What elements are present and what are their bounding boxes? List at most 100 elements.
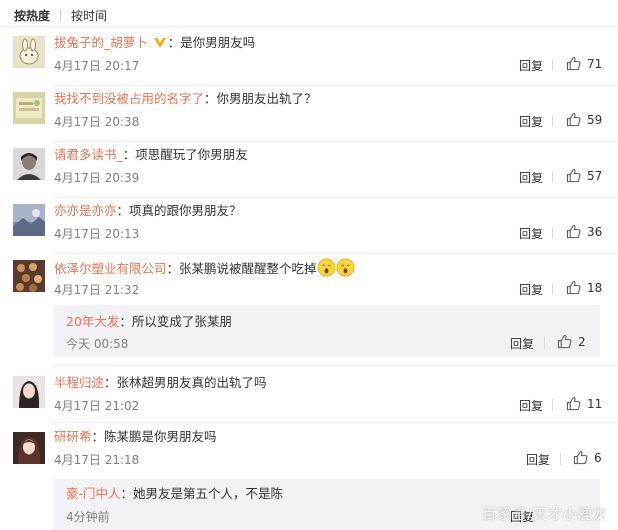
like-button[interactable]: 57 [566, 168, 602, 183]
comment-username[interactable]: 研研希 [54, 429, 92, 444]
comment-divider [54, 365, 618, 366]
like-count: 18 [587, 280, 603, 295]
comment-item: 拔兔子的_胡萝卜 ：是你男朋友吗 4月17日 20:17 回复 71 [0, 30, 618, 86]
thumbs-up-icon [566, 396, 581, 411]
vip-badge-icon [153, 36, 167, 54]
like-button[interactable]: 59 [566, 112, 602, 127]
sub-reply-text: 所以变成了张某朋 [131, 314, 232, 329]
reply-button[interactable]: 回复 [519, 397, 543, 414]
avatar[interactable] [13, 36, 45, 68]
avatar[interactable] [13, 260, 45, 292]
like-button[interactable]: 11 [566, 396, 602, 411]
reply-button[interactable]: 回复 [519, 169, 543, 186]
reply-button[interactable]: 回复 [510, 335, 534, 352]
reply-button[interactable]: 回复 [526, 451, 550, 468]
comment-username[interactable]: 我找不到没被占用的名字了 [54, 91, 204, 106]
comment-timestamp: 4月17日 20:13 [54, 227, 140, 241]
like-button[interactable]: 18 [566, 280, 602, 295]
comment-text: 张林超男朋友真的出轨了吗 [116, 375, 267, 390]
sub-reply-text: 她男友是第五个人，不是陈 [133, 486, 284, 501]
comment-item: 我找不到没被占用的名字了：你男朋友出轨了？ 4月17日 20:38 回复 59 [0, 86, 618, 142]
thumbs-up-icon [566, 280, 581, 295]
like-count: 59 [587, 112, 603, 127]
reply-button[interactable]: 回复 [519, 225, 543, 242]
thumbs-up-icon [557, 334, 572, 349]
comment-item: 请君多读书_：项思醒玩了你男朋友 4月17日 20:39 回复 57 [0, 142, 618, 198]
thumbs-up-icon [566, 168, 581, 183]
like-count: 57 [587, 168, 603, 183]
comment-timestamp: 4月17日 21:18 [54, 453, 140, 467]
sub-reply-username[interactable]: 20年大发 [66, 314, 119, 329]
like-count: 11 [587, 396, 603, 411]
comment-text: 你男朋友出轨了？ [216, 91, 317, 106]
thumbs-up-icon [573, 450, 588, 465]
comment-timestamp: 4月17日 20:38 [54, 115, 140, 129]
comment-item: 研研希：陈某鹏是你男朋友吗 4月17日 21:18 回复 6 [0, 426, 618, 476]
comment-timestamp: 4月17日 20:39 [54, 171, 140, 185]
avatar[interactable] [13, 92, 45, 124]
sort-divider [60, 9, 62, 21]
comment-item: 亦亦是亦亦：项真的跟你男朋友？ 4月17日 20:13 回复 36 [0, 198, 618, 254]
comment-username[interactable]: 依泽尔塑业有限公司 [54, 261, 167, 276]
like-button[interactable]: 2 [557, 334, 586, 349]
sub-reply-timestamp: 今天 00:58 [66, 337, 129, 351]
header-divider [0, 26, 618, 27]
sub-reply-separator: ： [120, 486, 134, 501]
avatar[interactable] [13, 204, 45, 236]
comment-separator: ： [91, 429, 105, 444]
sub-reply-separator: ： [119, 314, 132, 329]
comment-username[interactable]: 亦亦是亦亦 [54, 203, 117, 218]
action-divider [552, 59, 553, 71]
comment-item: 依泽尔塑业有限公司：张某鹏说被醒醒整个吃掉 4月17日 21:32 回复 18 [0, 254, 618, 310]
avatar[interactable] [13, 148, 45, 180]
comment-separator: ： [166, 261, 180, 276]
sort-by-hot-tab[interactable]: 按热度 [14, 7, 50, 24]
action-divider [552, 227, 553, 239]
comment-separator: ： [104, 375, 117, 390]
action-divider [552, 399, 553, 411]
comment-username[interactable]: 拔兔子的_胡萝卜 [54, 35, 148, 50]
sub-reply-username[interactable]: 豪-门中人 [66, 486, 121, 501]
sort-bar: 按热度 按时间 [14, 6, 107, 24]
avatar[interactable] [13, 376, 45, 408]
like-button[interactable]: 6 [573, 450, 602, 465]
comment-text: 项思醒玩了你男朋友 [135, 147, 248, 162]
action-divider [552, 283, 553, 295]
reply-button[interactable]: 回复 [519, 113, 543, 130]
comment-item: 半程归途：张林超男朋友真的出轨了吗 4月17日 21:02 回复 11 [0, 370, 618, 426]
like-button[interactable]: 71 [566, 56, 602, 71]
like-count: 71 [587, 56, 603, 71]
sort-by-time-tab[interactable]: 按时间 [71, 7, 107, 24]
comment-username[interactable]: 半程归途 [54, 375, 104, 390]
avatar[interactable] [13, 432, 45, 464]
watermark: 百家号/天才小鹿龙 [482, 507, 608, 523]
comment-text: 张某鹏说被醒醒整个吃掉 [179, 261, 317, 276]
reply-button[interactable]: 回复 [519, 281, 543, 298]
yawn-emoji-icon [317, 258, 336, 282]
sub-reply: 20年大发：所以变成了张某朋 今天 00:58 回复 2 [54, 305, 600, 357]
thumbs-up-icon [566, 224, 581, 239]
like-count: 36 [587, 224, 603, 239]
comment-separator: ： [204, 91, 217, 106]
comment-separator: ： [122, 147, 136, 162]
thumbs-up-icon [566, 56, 581, 71]
comment-timestamp: 4月17日 20:17 [54, 59, 140, 73]
comment-text: 项真的跟你男朋友？ [129, 203, 242, 218]
like-count: 2 [578, 334, 586, 349]
comment-separator: ： [116, 203, 130, 218]
yawn-emoji-icon [336, 258, 355, 282]
thumbs-up-icon [566, 112, 581, 127]
comment-username[interactable]: 请君多读书_ [54, 147, 123, 162]
like-button[interactable]: 36 [566, 224, 602, 239]
comment-divider [54, 422, 618, 423]
comment-timestamp: 4月17日 21:32 [54, 283, 140, 297]
action-divider [560, 453, 561, 465]
action-divider [544, 337, 545, 349]
reply-button[interactable]: 回复 [519, 57, 543, 74]
like-count: 6 [594, 450, 602, 465]
comment-timestamp: 4月17日 21:02 [54, 399, 140, 413]
action-divider [552, 115, 553, 127]
comment-separator: ： [167, 35, 181, 50]
comment-text: 是你男朋友吗 [180, 35, 256, 50]
action-divider [552, 171, 553, 183]
